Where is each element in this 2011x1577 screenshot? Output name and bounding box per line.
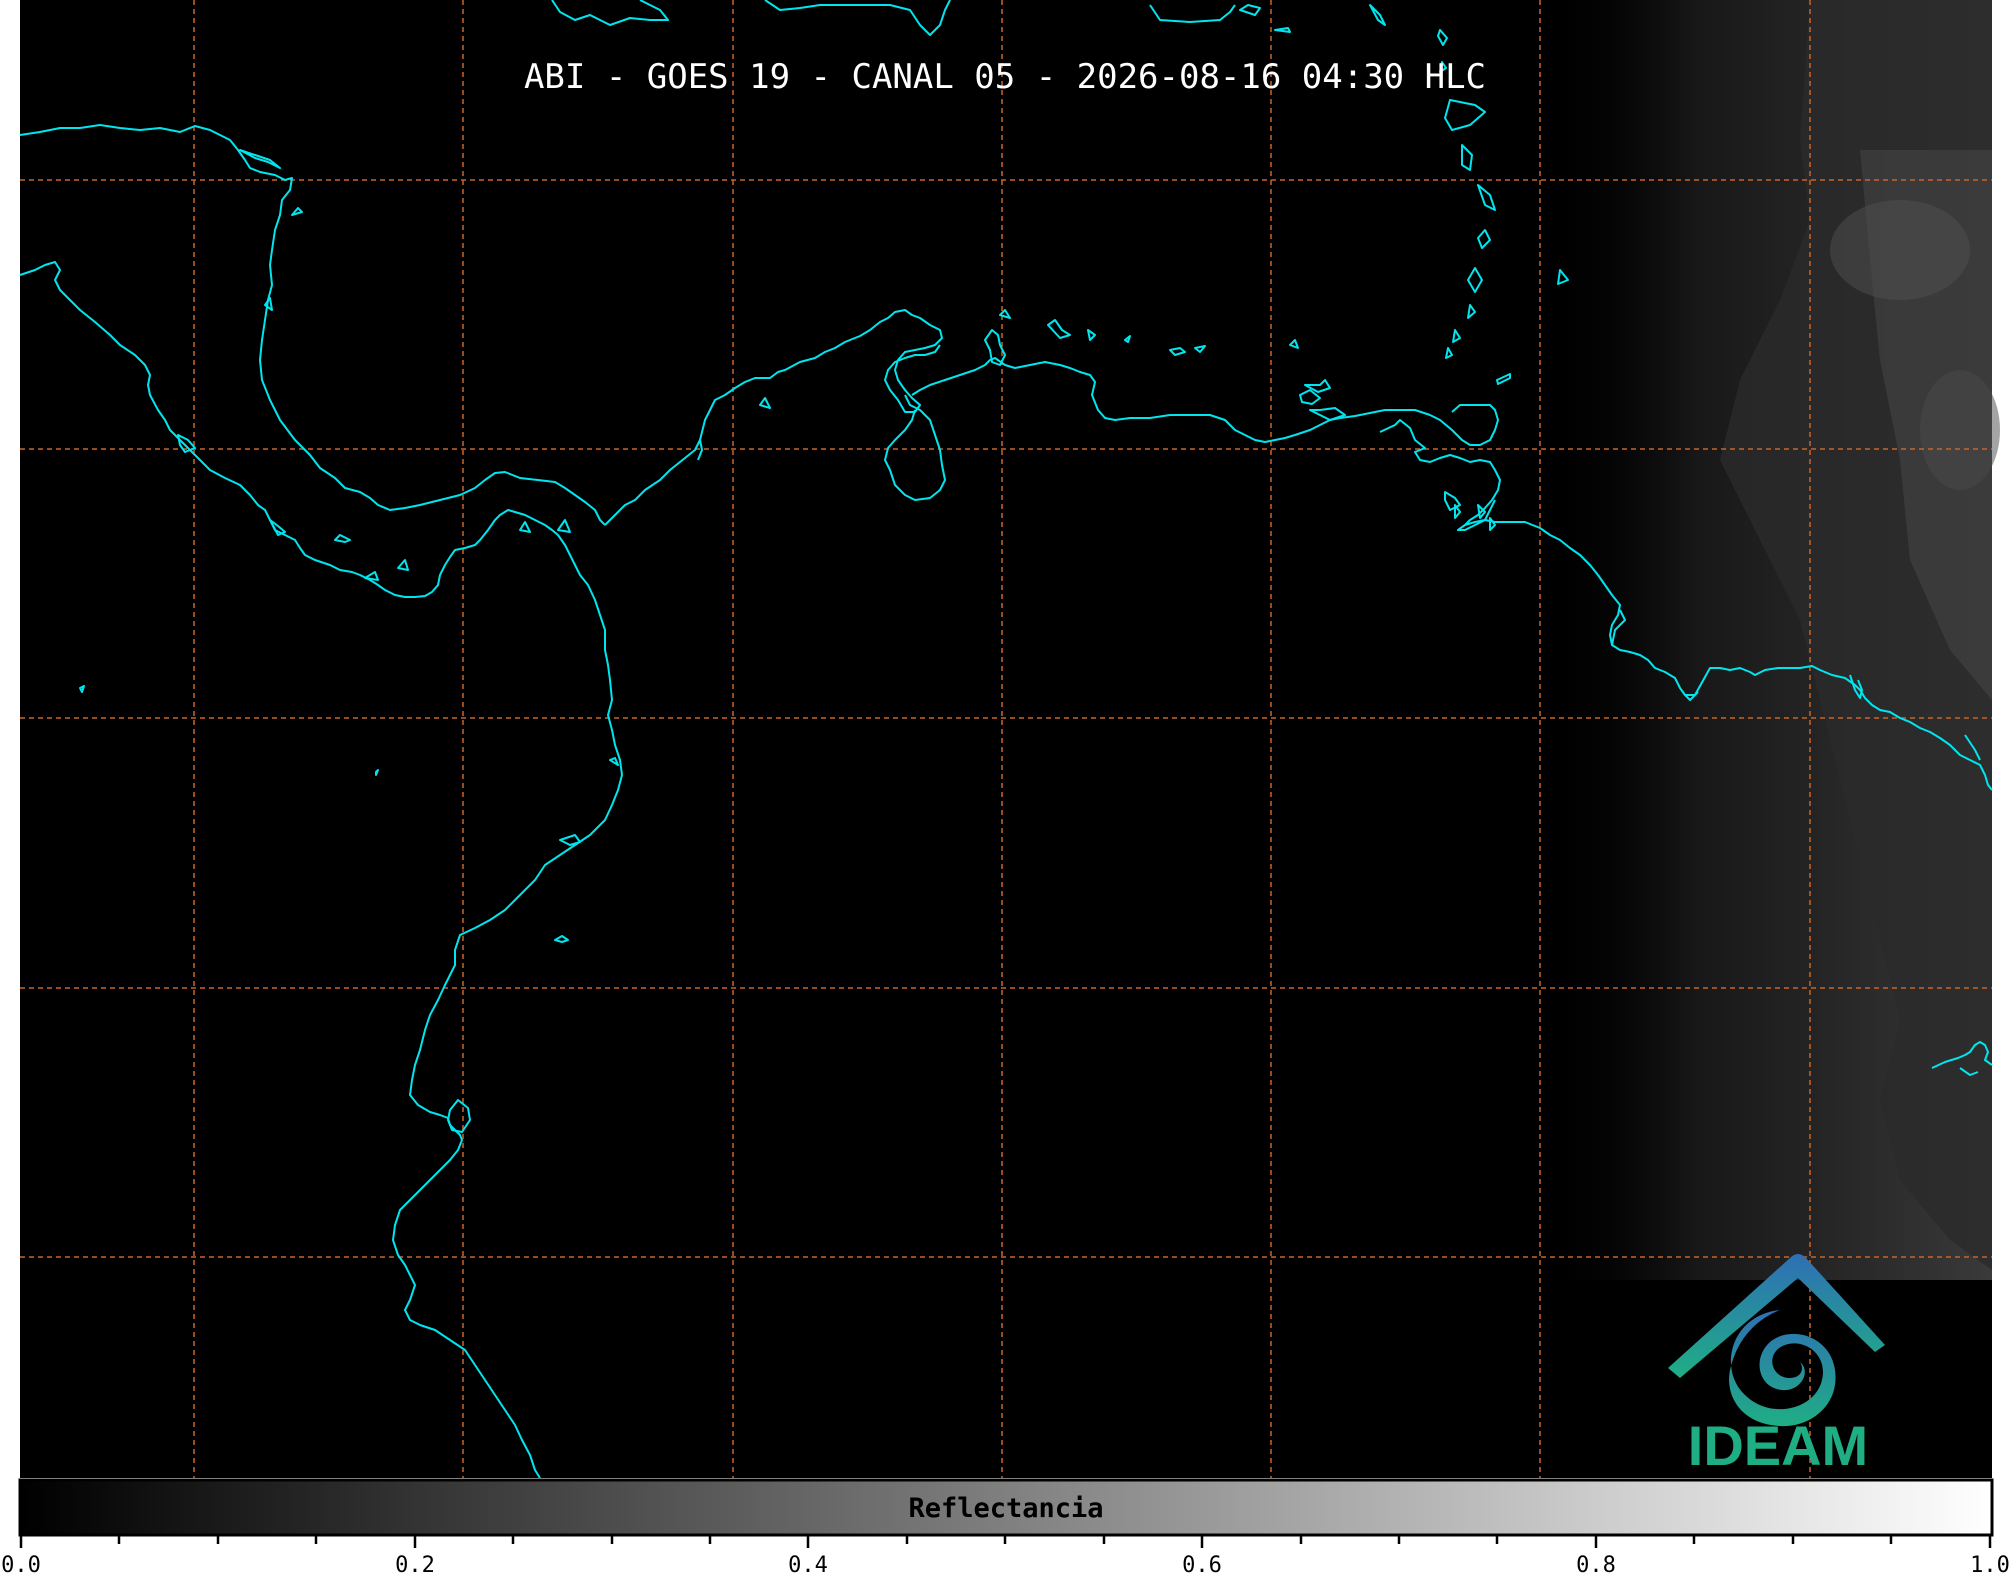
colorbar-tick-label: 1.0 — [1970, 1553, 2010, 1577]
colorbar-tick-label: 0.4 — [788, 1553, 828, 1577]
colorbar-label: Reflectancia — [908, 1493, 1103, 1524]
logo-text: IDEAM — [1688, 1414, 1868, 1477]
map-title: ABI - GOES 19 - CANAL 05 - 2026-08-16 04… — [524, 57, 1486, 97]
colorbar-tick-label: 0.0 — [1, 1553, 41, 1577]
colorbar: Reflectancia 0.0 0.2 0.4 0.6 0.8 1.0 — [1, 1478, 2010, 1577]
satellite-map: ABI - GOES 19 - CANAL 05 - 2026-08-16 04… — [1, 0, 2010, 1577]
colorbar-tick-label: 0.2 — [395, 1553, 435, 1577]
colorbar-ticks — [19, 1536, 1992, 1548]
colorbar-tick-label: 0.8 — [1576, 1553, 1616, 1577]
colorbar-tick-label: 0.6 — [1182, 1553, 1222, 1577]
cloud-field — [1540, 0, 2000, 1280]
